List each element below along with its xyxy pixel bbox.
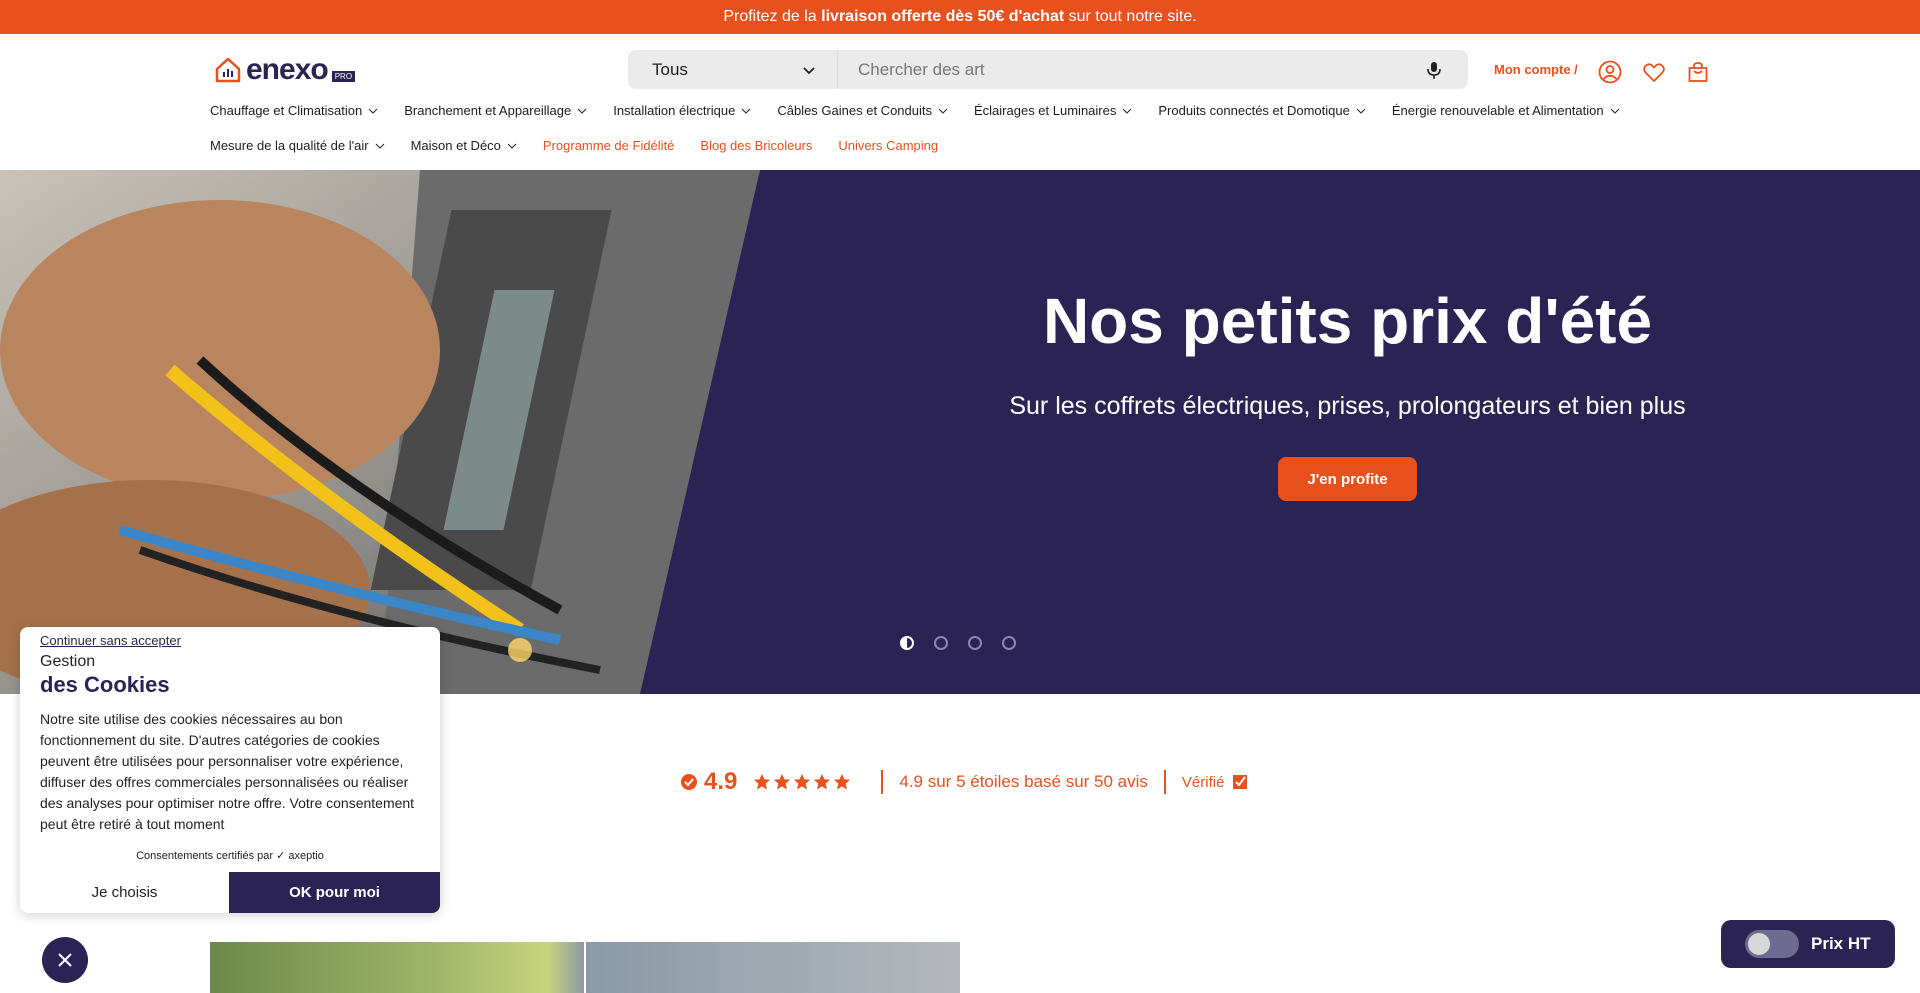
house-logo-icon (215, 57, 241, 83)
cookie-heading-line2: des Cookies (40, 672, 170, 697)
site-header: enexo PRO Tous Mon compte / Ch (0, 34, 1920, 170)
nav-item-branchement[interactable]: Branchement et Appareillage (404, 103, 587, 118)
nav-item-chauffage[interactable]: Chauffage et Climatisation (210, 103, 378, 118)
nav-label: Mesure de la qualité de l'air (210, 138, 369, 153)
cookie-description: Notre site utilise des cookies nécessair… (40, 711, 415, 832)
heart-icon[interactable] (1642, 60, 1666, 84)
promo-banner: Profitez de la livraison offerte dès 50€… (0, 0, 1920, 34)
close-cookie-button[interactable] (42, 937, 88, 983)
cookie-accept-button[interactable]: OK pour moi (229, 872, 440, 913)
hero-subtitle: Sur les coffrets électriques, prises, pr… (1009, 392, 1686, 420)
close-icon (58, 953, 72, 967)
search-category-select[interactable]: Tous (628, 50, 838, 89)
logo-pro-badge: PRO (331, 71, 356, 82)
prix-ht-toggle[interactable]: Prix HT (1721, 920, 1895, 968)
nav-item-qualite-air[interactable]: Mesure de la qualité de l'air (210, 138, 385, 153)
carousel-dot-3[interactable] (968, 636, 982, 650)
rating-separator (881, 770, 884, 794)
chevron-down-icon (368, 108, 378, 114)
carousel-dots (900, 636, 1016, 650)
rating-stars (753, 773, 851, 791)
chevron-down-icon (507, 143, 517, 149)
nav-label: Produits connectés et Domotique (1158, 103, 1350, 118)
carousel-dot-1[interactable] (900, 636, 914, 650)
microphone-icon[interactable] (1424, 60, 1444, 80)
nav-label: Installation électrique (613, 103, 736, 118)
banner-divider (584, 942, 586, 993)
nav-item-energie[interactable]: Énergie renouvelable et Alimentation (1392, 103, 1620, 118)
nav-label: Maison et Déco (410, 138, 501, 153)
chevron-down-icon (803, 66, 815, 74)
promo-bold: livraison offerte dès 50€ d'achat (821, 8, 1065, 25)
toggle-switch[interactable] (1745, 930, 1799, 958)
star-icon (834, 773, 851, 790)
product-banner-preview[interactable] (210, 942, 960, 993)
nav-link-fidelite[interactable]: Programme de Fidélité (543, 138, 675, 153)
nav-link-camping[interactable]: Univers Camping (838, 138, 938, 153)
shopping-bag-icon[interactable] (1686, 60, 1710, 84)
header-icons (1598, 60, 1710, 84)
chevron-down-icon (1123, 108, 1132, 114)
nav-item-installation[interactable]: Installation électrique (613, 103, 751, 118)
check-badge-icon (681, 774, 697, 790)
nav-label: Énergie renouvelable et Alimentation (1391, 103, 1604, 118)
nav-label: Câbles Gaines et Conduits (777, 103, 932, 118)
prix-ht-label: Prix HT (1811, 934, 1871, 953)
logo-word: enexo (246, 53, 329, 86)
search-bar: Tous (628, 50, 1468, 89)
chevron-down-icon (938, 108, 948, 114)
cookie-choose-button[interactable]: Je choisis (20, 872, 229, 913)
user-icon[interactable] (1598, 60, 1622, 84)
verified-check-icon (1233, 775, 1248, 789)
star-icon (814, 773, 831, 790)
rating-separator (1163, 770, 1166, 794)
cookie-certified-by: Consentements certifiés par ✓ axeptio (136, 850, 324, 862)
promo-prefix: Profitez de la (723, 8, 817, 25)
nav-label: Chauffage et Climatisation (210, 103, 363, 118)
promo-suffix: sur tout notre site. (1068, 8, 1197, 25)
account-link[interactable]: Mon compte / (1494, 62, 1578, 77)
star-icon (794, 773, 811, 790)
carousel-dot-2[interactable] (934, 636, 948, 650)
chevron-down-icon (1610, 108, 1619, 114)
verified-label: Vérifié (1181, 773, 1225, 791)
nav-label: Branchement et Appareillage (404, 103, 572, 118)
rating-verified: Vérifié (1182, 774, 1249, 791)
nav-item-domotique[interactable]: Produits connectés et Domotique (1158, 103, 1366, 118)
hero-electrician-photo (0, 170, 760, 694)
logo[interactable]: enexo PRO (214, 53, 356, 86)
chevron-down-icon (375, 143, 384, 149)
chevron-down-icon (741, 108, 751, 114)
search-input[interactable] (838, 50, 1424, 89)
carousel-dot-4[interactable] (1002, 636, 1016, 650)
star-icon (754, 773, 771, 790)
nav-item-eclairages[interactable]: Éclairages et Luminaires (974, 103, 1132, 118)
chevron-down-icon (577, 108, 587, 114)
nav-item-cables[interactable]: Câbles Gaines et Conduits (777, 103, 948, 118)
cookie-heading-line1: Gestion (40, 653, 96, 670)
nav-label: Éclairages et Luminaires (974, 103, 1117, 118)
star-icon (774, 773, 791, 790)
rating-summary[interactable]: 4.9 sur 5 étoiles basé sur 50 avis (899, 772, 1148, 792)
continue-without-accepting-link[interactable]: Continuer sans accepter (40, 633, 181, 648)
nav-link-blog[interactable]: Blog des Bricoleurs (700, 138, 812, 153)
hero-carousel: Nos petits prix d'été Sur les coffrets é… (0, 170, 1920, 694)
search-category-value: Tous (652, 59, 688, 79)
nav-item-maison-deco[interactable]: Maison et Déco (411, 138, 517, 153)
hero-title: Nos petits prix d'été (1042, 285, 1653, 357)
chevron-down-icon (1356, 108, 1366, 114)
hero-cta-button[interactable]: J'en profite (1278, 457, 1417, 501)
main-nav-row-1: Chauffage et Climatisation Branchement e… (210, 103, 1620, 118)
rating-score: 4.9 (704, 768, 738, 795)
rating-bar: 4.9 4.9 sur 5 étoiles basé sur 50 avis V… (680, 768, 1248, 796)
main-nav-row-2: Mesure de la qualité de l'air Maison et … (210, 138, 938, 153)
cookie-consent-dialog: Continuer sans accepter Gestion des Cook… (20, 627, 440, 913)
